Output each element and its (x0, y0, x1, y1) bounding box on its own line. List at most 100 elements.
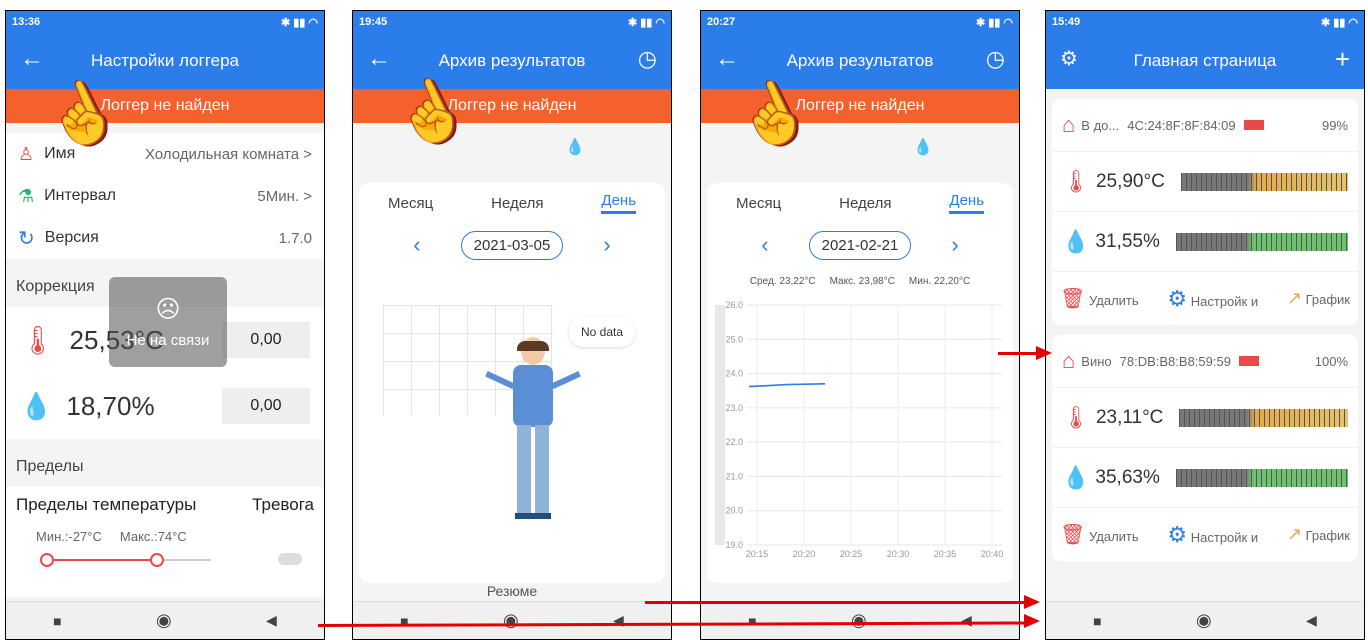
tab-month[interactable]: Месяц (388, 195, 433, 212)
temperature-series-line (748, 383, 826, 388)
status-icons: ✱ ▮▮ ◠ (975, 16, 1013, 29)
date-pill[interactable]: 2021-03-05 (460, 230, 564, 260)
droplet-icon: 💧 (20, 390, 53, 421)
device-header: ⌂ В до... 4C:24:8F:8F:84:09 99% (1052, 99, 1358, 151)
tab-week[interactable]: Неделя (491, 195, 543, 212)
alarm-toggle[interactable] (278, 553, 302, 565)
x-tick-label: 20:40 (981, 549, 1004, 559)
chevron-right-icon[interactable]: › (951, 232, 958, 258)
version-value: 1.7.0 (278, 229, 312, 247)
min-label: Мин. (908, 275, 932, 287)
graph-button[interactable]: ↗ График (1287, 524, 1350, 545)
device-hum: 35,63% (1095, 466, 1160, 488)
back-icon[interactable]: ◀ (266, 612, 277, 629)
date-selector: ‹ 2021-03-05 › (359, 223, 665, 267)
temp-limits-panel: Пределы температуры Тревога Мин.:-27°C М… (6, 487, 324, 597)
device-card-2[interactable]: ⌂ Вино 78:DB:B8:B8:59:59 100% 🌡 23,11°C … (1052, 335, 1358, 561)
house-icon: ⌂ (1062, 112, 1076, 137)
device-header: ⌂ Вино 78:DB:B8:B8:59:59 100% (1052, 335, 1358, 387)
gear-icon[interactable]: ⚙ (1060, 47, 1078, 71)
device-temp: 25,90°C (1095, 170, 1165, 192)
recents-icon[interactable]: ■ (748, 613, 756, 629)
back-arrow-icon[interactable]: ← (367, 47, 391, 71)
device-card-1[interactable]: ⌂ В до... 4C:24:8F:8F:84:09 99% 🌡 25,90°… (1052, 99, 1358, 325)
x-tick-label: 20:15 (746, 549, 769, 559)
chevron-right-icon[interactable]: › (603, 232, 610, 258)
name-value: Холодильная комната > (144, 145, 312, 163)
plus-icon[interactable]: + (1335, 46, 1350, 72)
annotation-arrow-head-3 (1024, 614, 1040, 628)
temp-limits-label: Пределы температуры (16, 495, 197, 514)
home-icon[interactable]: ◉ (1196, 610, 1212, 631)
page-title: Главная страница (1133, 51, 1277, 70)
back-icon[interactable]: ◀ (961, 612, 972, 629)
chart-icon: ↗ (1286, 288, 1302, 308)
hum-scale (1175, 468, 1348, 487)
droplet-icon[interactable]: 💧 (913, 137, 933, 157)
tab-week[interactable]: Неделя (839, 195, 891, 212)
chevron-left-icon[interactable]: ‹ (413, 232, 420, 258)
clock-icon[interactable]: ◷ (986, 47, 1005, 71)
y-tick-label: 22.0 (725, 437, 743, 447)
graph-label: График (1305, 528, 1350, 543)
delete-button[interactable]: 🗑 Удалить (1060, 286, 1139, 311)
max-handle[interactable] (150, 553, 164, 567)
max-value: 23,98°C (858, 275, 895, 287)
clock-icon[interactable]: ◷ (638, 47, 657, 71)
recents-icon[interactable]: ■ (53, 613, 61, 629)
tab-month[interactable]: Месяц (736, 195, 781, 212)
archive-card: Месяц Неделя День ‹ 2021-02-21 › Сред. 2… (707, 183, 1013, 583)
temp-line: 🌡 23,11°C (1052, 387, 1358, 447)
status-bar: 15:49 ✱ ▮▮ ◠ (1046, 11, 1364, 33)
tab-day[interactable]: День (601, 192, 637, 214)
delete-label: Удалить (1089, 529, 1139, 544)
hum-correction-input[interactable]: 0,00 (222, 388, 310, 424)
x-tick-label: 20:20 (793, 549, 816, 559)
temp-line: 🌡 25,90°C (1052, 151, 1358, 211)
annotation-arrow-line-1 (998, 352, 1038, 355)
system-nav-bar: ■ ◉ ◀ (701, 601, 1019, 639)
device-name: В до... (1081, 117, 1120, 133)
settings-button[interactable]: ⚙ Настройк и (1167, 522, 1258, 548)
screen-home: 15:49 ✱ ▮▮ ◠ ⚙ Главная страница + ⌂ В до… (1045, 10, 1365, 640)
thermometer-icon: 🌡 (1062, 404, 1090, 430)
temp-correction-input[interactable]: 0,00 (222, 322, 310, 358)
settings-button[interactable]: ⚙ Настройк и (1167, 286, 1258, 312)
archive-card: Месяц Неделя День ‹ 2021-03-05 › No data (359, 183, 665, 583)
device-temp: 23,11°C (1095, 406, 1164, 428)
temperature-chart: 26.0 25.0 24.0 23.0 22.0 21.0 20.0 19.020:15 20:… (715, 300, 1004, 559)
back-arrow-icon[interactable]: ← (715, 47, 739, 71)
app-bar: ← Архив результатов ◷ (701, 33, 1019, 89)
battery-icon (1243, 120, 1264, 130)
home-icon[interactable]: ◉ (503, 610, 519, 631)
back-arrow-icon[interactable]: ← (20, 47, 44, 71)
back-icon[interactable]: ◀ (613, 612, 624, 629)
page-title: Архив результатов (438, 51, 586, 70)
settings-label: Настройк и (1190, 529, 1259, 545)
delete-button[interactable]: 🗑 Удалить (1060, 522, 1139, 547)
droplet-icon[interactable]: 💧 (565, 137, 585, 157)
home-icon[interactable]: ◉ (851, 610, 867, 631)
annotation-arrow-head-1 (1036, 346, 1052, 360)
date-pill[interactable]: 2021-02-21 (808, 230, 912, 260)
y-tick-label: 23.0 (725, 403, 743, 413)
hum-correction-row: 💧 18,70% 0,00 (6, 373, 324, 439)
limit-slider[interactable] (16, 550, 314, 570)
app-bar: ← Архив результатов ◷ (353, 33, 671, 89)
thermometer-icon: 🌡 (20, 324, 56, 356)
home-icon[interactable]: ◉ (156, 610, 172, 631)
min-handle[interactable] (40, 553, 54, 567)
chevron-left-icon[interactable]: ‹ (761, 232, 768, 258)
x-tick-label: 20:35 (934, 549, 957, 559)
delete-label: Удалить (1089, 293, 1139, 308)
interval-row[interactable]: ⚗ Интервал 5Мин. > (6, 175, 324, 217)
annotation-arrow-line-2 (645, 601, 1025, 604)
chart-scrollbar[interactable] (715, 305, 725, 545)
back-icon[interactable]: ◀ (1306, 612, 1317, 629)
y-tick-label: 21.0 (725, 471, 743, 481)
graph-button[interactable]: ↗ График (1287, 288, 1350, 309)
avg-label: Сред. (749, 275, 777, 287)
recents-icon[interactable]: ■ (1093, 613, 1101, 629)
tab-day[interactable]: День (949, 192, 985, 214)
screen-archive-empty: 19:45 ✱ ▮▮ ◠ ← Архив результатов ◷ Логге… (352, 10, 672, 640)
